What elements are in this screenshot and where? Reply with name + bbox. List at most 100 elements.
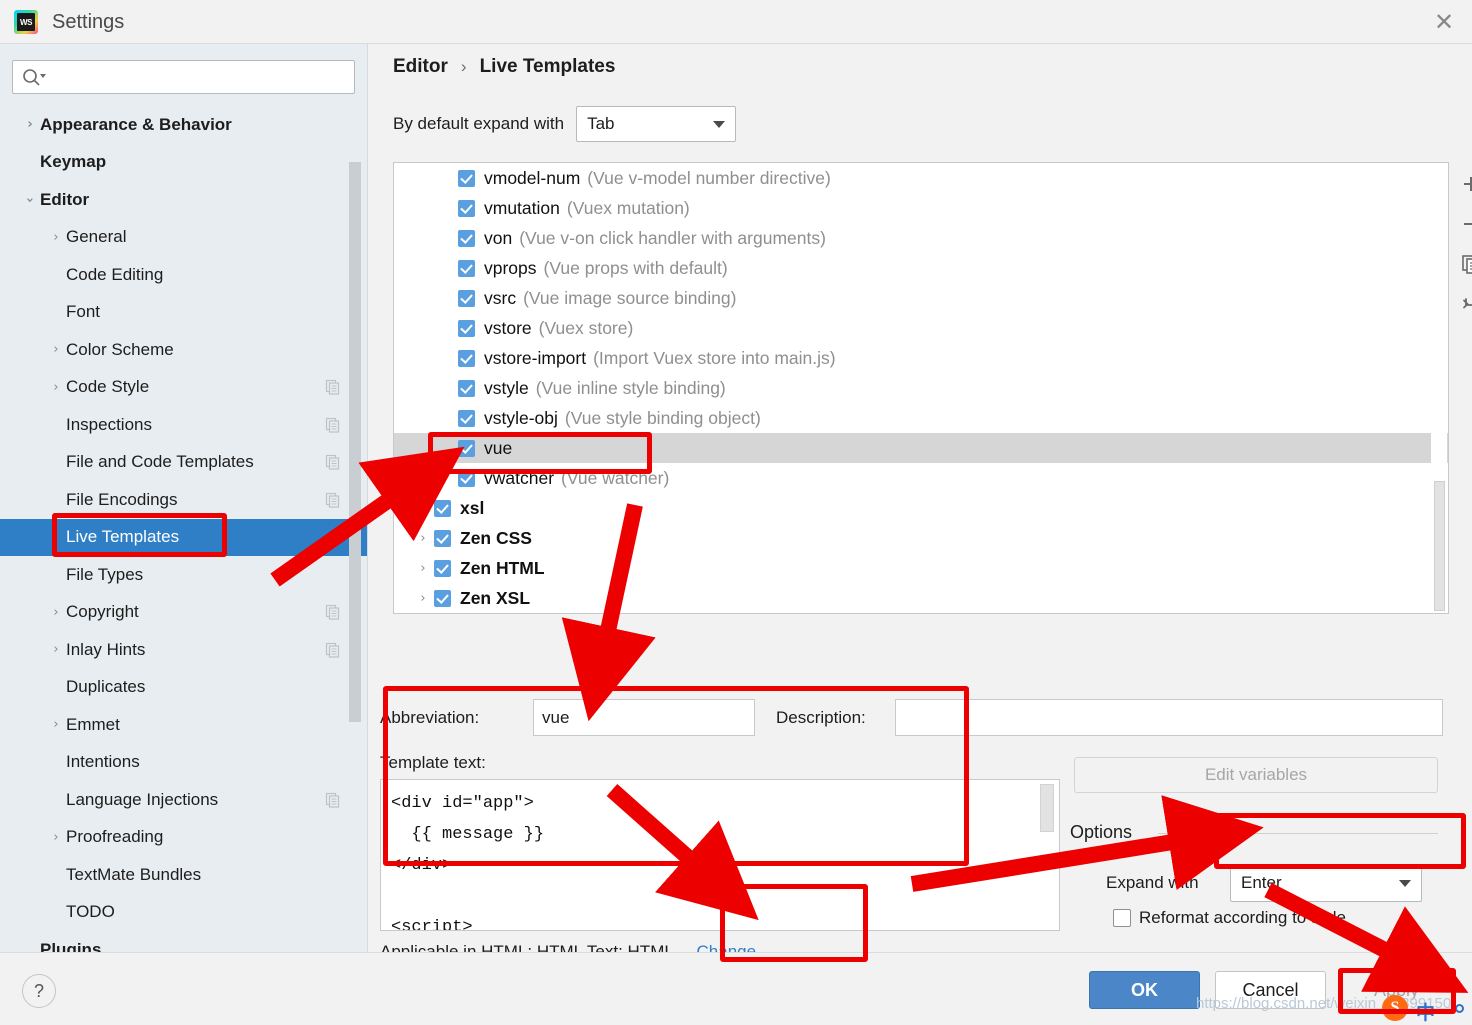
template-checkbox[interactable]	[458, 199, 475, 217]
sidebar-item-code-editing[interactable]: ›Code Editing	[0, 256, 367, 294]
question-mark-icon[interactable]: ?	[22, 974, 56, 1008]
sidebar-item-plugins[interactable]: ›Plugins	[0, 931, 367, 952]
template-checkbox[interactable]	[458, 319, 475, 337]
expand-with-select[interactable]: Enter	[1230, 864, 1422, 902]
chevron-right-icon[interactable]: ›	[46, 340, 66, 360]
sidebar-item-intentions[interactable]: ›Intentions	[0, 744, 367, 782]
reformat-checkbox[interactable]	[1113, 909, 1131, 927]
template-row[interactable]: ›vwatcher(Vue watcher)	[394, 463, 1448, 493]
template-checkbox[interactable]	[434, 529, 451, 547]
sidebar-item-live-templates[interactable]: ›Live Templates	[0, 518, 367, 556]
template-checkbox[interactable]	[458, 169, 475, 187]
template-row[interactable]: › xsl	[394, 493, 1448, 523]
template-row[interactable]: ›vsrc(Vue image source binding)	[394, 283, 1448, 313]
template-row[interactable]: ›vstyle(Vue inline style binding)	[394, 373, 1448, 403]
template-description: (Vue inline style binding)	[535, 377, 726, 398]
template-checkbox[interactable]	[458, 289, 475, 307]
sidebar-item-todo[interactable]: ›TODO	[0, 894, 367, 932]
close-icon[interactable]: ✕	[1416, 0, 1472, 44]
default-expand-select[interactable]: Tab	[576, 106, 737, 142]
search-input[interactable]	[47, 62, 354, 92]
template-checkbox[interactable]	[458, 439, 475, 457]
search-box[interactable]	[12, 60, 355, 94]
template-checkbox[interactable]	[458, 229, 475, 247]
templates-scrollbar-thumb[interactable]	[1434, 481, 1445, 611]
chevron-right-icon[interactable]: ›	[412, 531, 434, 546]
sidebar-item-copyright[interactable]: › Copyright	[0, 594, 367, 632]
sidebar-item-appearance-behavior[interactable]: › Appearance & Behavior	[0, 106, 367, 144]
apply-button[interactable]: Apply	[1341, 971, 1452, 1009]
sidebar-item-emmet[interactable]: › Emmet	[0, 706, 367, 744]
chevron-right-icon[interactable]: ›	[20, 115, 40, 135]
chevron-right-icon[interactable]: ›	[46, 715, 66, 735]
template-row[interactable]: › Zen CSS	[394, 523, 1448, 553]
cancel-button[interactable]: Cancel	[1215, 971, 1326, 1009]
sidebar-item-inspections[interactable]: ›Inspections	[0, 406, 367, 444]
chevron-right-icon[interactable]: ›	[46, 602, 66, 622]
abbreviation-input[interactable]: vue	[533, 699, 755, 736]
template-row[interactable]: ›vmodel-num(Vue v-model number directive…	[394, 163, 1448, 193]
template-checkbox[interactable]	[458, 379, 475, 397]
sidebar-item-language-injections[interactable]: ›Language Injections	[0, 781, 367, 819]
chevron-right-icon[interactable]: ›	[46, 827, 66, 847]
add-template-button[interactable]	[1449, 164, 1472, 204]
templates-list[interactable]: › vmodel-num (Vue v-model number directive…	[393, 162, 1449, 614]
template-abbreviation: Zen HTML	[460, 557, 545, 578]
sidebar-item-duplicates[interactable]: ›Duplicates	[0, 669, 367, 707]
template-description: (Vue v-model number directive)	[587, 167, 831, 188]
sidebar-item-label: Language Injections	[66, 789, 219, 809]
remove-template-button[interactable]	[1449, 204, 1472, 244]
sidebar-item-code-style[interactable]: › Code Style	[0, 369, 367, 407]
template-checkbox[interactable]	[458, 349, 475, 367]
edit-variables-button[interactable]: Edit variables	[1074, 757, 1438, 793]
template-checkbox[interactable]	[434, 499, 451, 517]
sidebar-item-general[interactable]: › General	[0, 219, 367, 257]
sidebar-item-label: TextMate Bundles	[66, 864, 202, 884]
sidebar-item-file-types[interactable]: ›File Types	[0, 556, 367, 594]
description-input[interactable]	[895, 699, 1443, 736]
chevron-right-icon[interactable]: ›	[46, 640, 66, 660]
ok-button[interactable]: OK	[1089, 971, 1200, 1009]
webstorm-logo	[14, 10, 38, 34]
template-row[interactable]: ›vstore(Vuex store)	[394, 313, 1448, 343]
chevron-right-icon[interactable]: ›	[46, 227, 66, 247]
sidebar-item-file-and-code-templates[interactable]: ›File and Code Templates	[0, 444, 367, 482]
sidebar-item-file-encodings[interactable]: ›File Encodings	[0, 481, 367, 519]
chevron-right-icon[interactable]: ›	[412, 561, 434, 576]
template-text-scrollbar-thumb[interactable]	[1040, 784, 1054, 832]
template-checkbox[interactable]	[434, 559, 451, 577]
sidebar-item-font[interactable]: ›Font	[0, 294, 367, 332]
template-description: (Vue watcher)	[561, 467, 670, 488]
template-row[interactable]: ›vue	[394, 433, 1448, 463]
sidebar-item-textmate-bundles[interactable]: ›TextMate Bundles	[0, 856, 367, 894]
template-checkbox[interactable]	[458, 409, 475, 427]
sidebar-item-editor[interactable]: › Editor	[0, 181, 367, 219]
sidebar-scrollbar-thumb[interactable]	[349, 162, 361, 722]
template-checkbox[interactable]	[434, 589, 451, 607]
chevron-right-icon[interactable]: ›	[412, 591, 434, 606]
sidebar-item-label: Font	[66, 302, 101, 322]
template-row[interactable]: ›vprops(Vue props with default)	[394, 253, 1448, 283]
template-row[interactable]: ›vstore-import(Import Vuex store into ma…	[394, 343, 1448, 373]
template-row[interactable]: ›vmutation(Vuex mutation)	[394, 193, 1448, 223]
template-row[interactable]: ›vstyle-obj(Vue style binding object)	[394, 403, 1448, 433]
chevron-right-icon[interactable]: ›	[412, 501, 434, 516]
template-checkbox[interactable]	[458, 259, 475, 277]
abbreviation-value: vue	[542, 707, 570, 727]
duplicate-template-button[interactable]	[1449, 244, 1472, 284]
template-row[interactable]: ›von(Vue v-on click handler with argumen…	[394, 223, 1448, 253]
chevron-right-icon[interactable]: ›	[46, 377, 66, 397]
template-text-label: Template text:	[380, 753, 486, 772]
template-text-editor[interactable]: <div id="app"> {{ message }} </div> <scr…	[380, 779, 1060, 931]
sidebar-item-keymap[interactable]: ›Keymap	[0, 144, 367, 182]
reset-template-button[interactable]	[1449, 284, 1472, 324]
sidebar-item-inlay-hints[interactable]: › Inlay Hints	[0, 631, 367, 669]
breadcrumb-parent[interactable]: Editor	[393, 56, 448, 78]
template-row[interactable]: › Zen HTML	[394, 553, 1448, 583]
template-row[interactable]: › Zen XSL	[394, 583, 1448, 613]
chevron-down-icon[interactable]: ›	[20, 190, 40, 210]
template-checkbox[interactable]	[458, 469, 475, 487]
template-abbreviation: Zen XSL	[460, 587, 531, 608]
sidebar-item-proofreading[interactable]: › Proofreading	[0, 819, 367, 857]
sidebar-item-color-scheme[interactable]: › Color Scheme	[0, 331, 367, 369]
